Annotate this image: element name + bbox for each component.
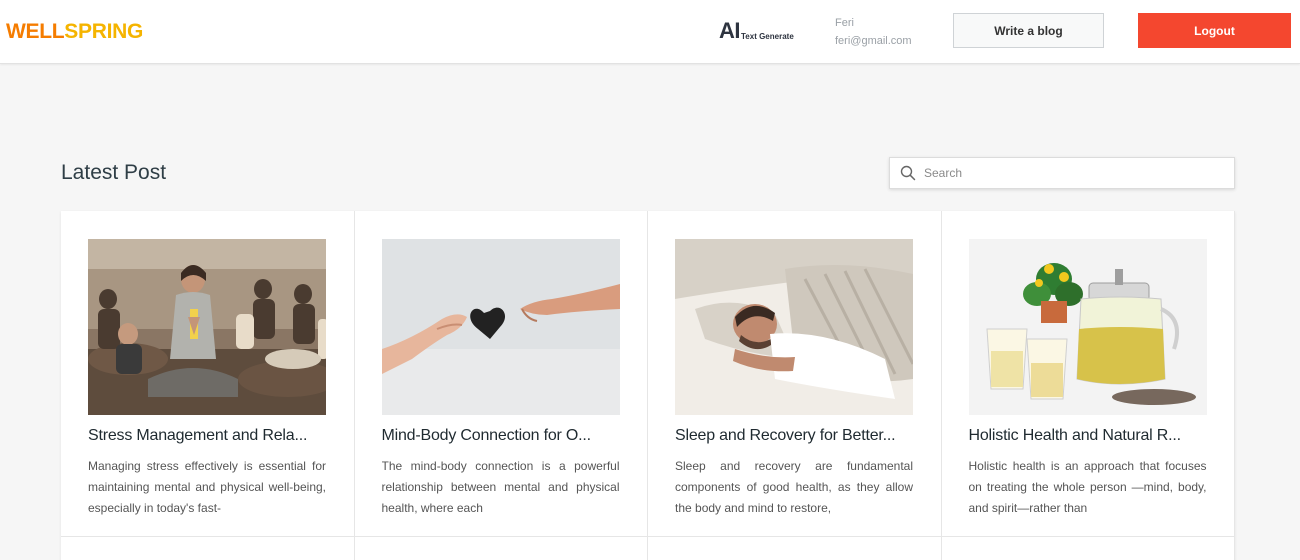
post-card[interactable]: Sleep and Recovery for Better... Sleep a…: [648, 211, 942, 560]
post-grid: Stress Management and Rela... Managing s…: [61, 211, 1235, 560]
post-title[interactable]: Holistic Health and Natural R...: [969, 427, 1207, 445]
text-generate-label: Text Generate: [741, 32, 794, 41]
post-description: Sleep and recovery are fundamental compo…: [675, 459, 913, 515]
write-blog-button[interactable]: Write a blog: [953, 13, 1104, 48]
user-email: feri@gmail.com: [835, 35, 912, 47]
post-card[interactable]: Holistic Health and Natural R... Holisti…: [942, 211, 1235, 560]
row-divider: [61, 536, 1235, 537]
post-title[interactable]: Mind-Body Connection for O...: [382, 427, 620, 445]
ai-text-generate-link[interactable]: AI Text Generate: [719, 20, 794, 42]
logout-button[interactable]: Logout: [1138, 13, 1291, 48]
logo-text-well: WELL: [6, 20, 65, 43]
search-icon: [900, 165, 916, 181]
logo-text-spring: SPRING: [64, 20, 144, 43]
post-card[interactable]: Stress Management and Rela... Managing s…: [61, 211, 355, 560]
post-image-hands-heart[interactable]: [381, 239, 620, 415]
user-info: Feri feri@gmail.com: [835, 14, 912, 50]
top-navbar: WELLSPRING AI Text Generate Feri feri@gm…: [0, 0, 1300, 64]
post-description: Holistic health is an approach that focu…: [968, 459, 1207, 515]
ai-label: AI: [719, 18, 741, 43]
post-image-sleeping[interactable]: [675, 239, 913, 415]
search-input[interactable]: [924, 166, 1224, 180]
post-description: The mind-body connection is a powerful r…: [381, 459, 620, 515]
post-description: Managing stress effectively is essential…: [88, 459, 326, 515]
post-title[interactable]: Sleep and Recovery for Better...: [675, 427, 913, 445]
section-title: Latest Post: [61, 161, 167, 184]
post-card[interactable]: Mind-Body Connection for O... The mind-b…: [355, 211, 648, 560]
post-image-herbal-tea[interactable]: [968, 239, 1207, 415]
brand-logo[interactable]: WELLSPRING: [6, 20, 143, 44]
post-title[interactable]: Stress Management and Rela...: [88, 427, 326, 445]
post-image-meditation[interactable]: [88, 239, 326, 415]
user-name: Feri: [835, 17, 854, 29]
search-box[interactable]: [889, 157, 1235, 189]
